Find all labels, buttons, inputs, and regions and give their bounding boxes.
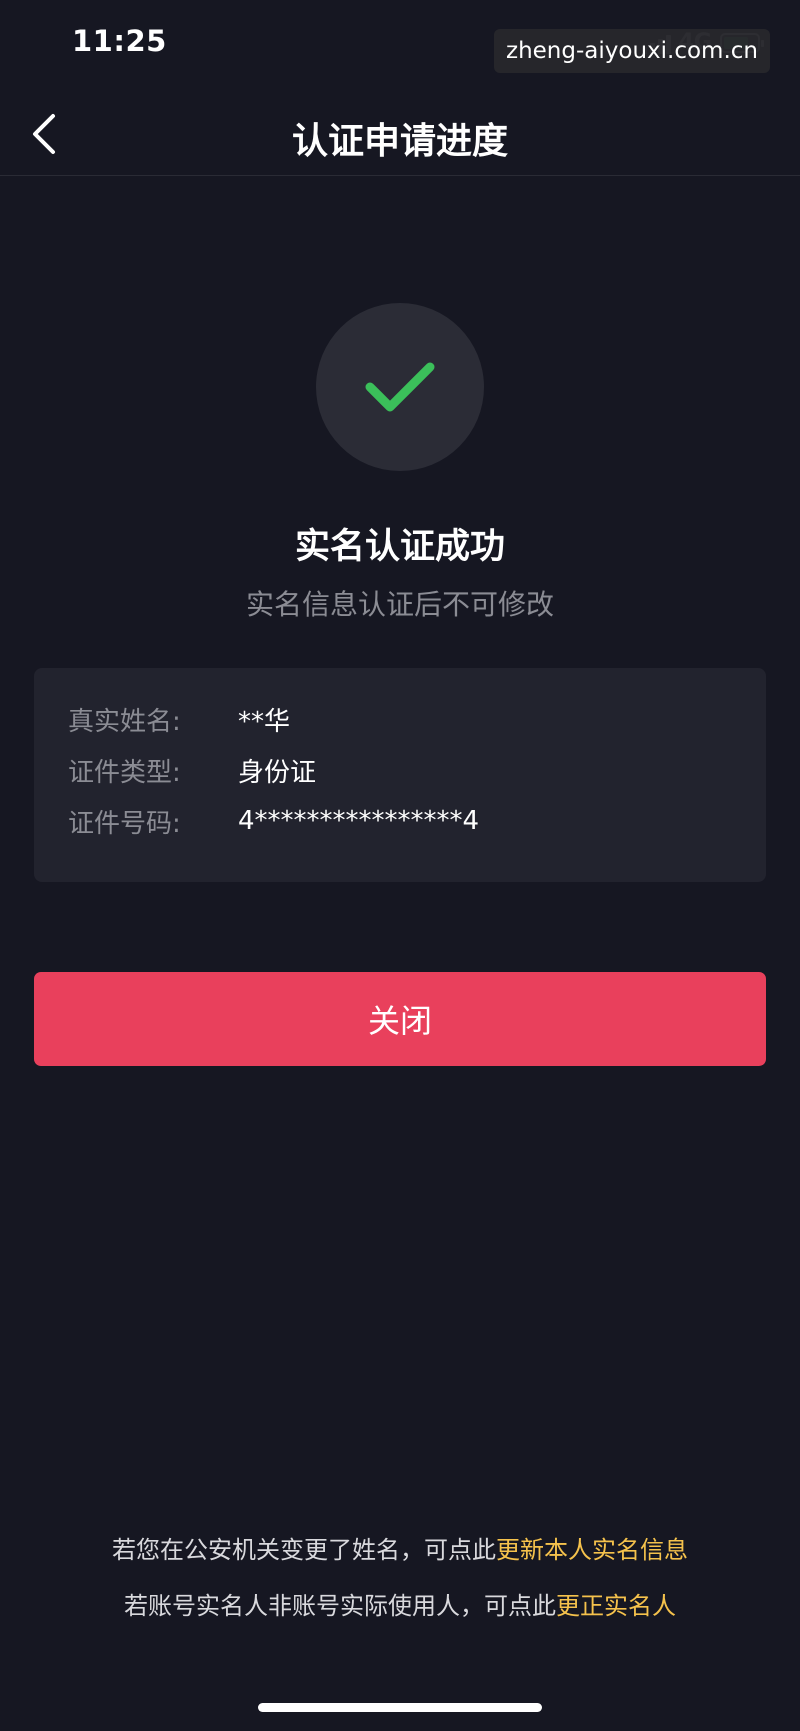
footer-text: 若账号实名人非账号实际使用人，可点此 <box>124 1592 556 1620</box>
close-button[interactable]: 关闭 <box>34 972 766 1066</box>
checkmark-icon <box>365 362 435 412</box>
info-row-name: 真实姓名: **华 <box>68 699 290 739</box>
footer-line-correct-owner: 若账号实名人非账号实际使用人，可点此更正实名人 <box>0 1586 800 1621</box>
home-indicator[interactable] <box>258 1703 542 1712</box>
result-title: 实名认证成功 <box>294 527 505 567</box>
info-value: 身份证 <box>238 757 317 788</box>
nav-bar: 认证申请进度 <box>0 90 800 176</box>
info-row-id-number: 证件号码: 4****************4 <box>68 801 479 841</box>
info-value: 4****************4 <box>238 806 480 836</box>
info-card: 真实姓名: **华 证件类型: 身份证 证件号码: 4*************… <box>34 668 766 882</box>
success-badge <box>316 303 484 471</box>
info-value: **华 <box>238 706 291 737</box>
info-row-id-type: 证件类型: 身份证 <box>68 750 316 790</box>
page-title: 认证申请进度 <box>291 121 508 162</box>
info-label: 证件号码: <box>68 808 181 839</box>
correct-owner-link[interactable]: 更正实名人 <box>556 1592 676 1620</box>
info-label: 真实姓名: <box>68 706 181 737</box>
footer-line-update-name: 若您在公安机关变更了姓名，可点此更新本人实名信息 <box>0 1530 800 1565</box>
footer-text: 若您在公安机关变更了姓名，可点此 <box>112 1536 496 1564</box>
watermark: zheng-aiyouxi.com.cn <box>494 29 770 73</box>
status-bar: 11:25 4G zheng-aiyouxi.com.cn <box>0 0 800 90</box>
result-subtitle: 实名信息认证后不可修改 <box>245 588 554 621</box>
info-label: 证件类型: <box>68 757 181 788</box>
update-name-link[interactable]: 更新本人实名信息 <box>496 1536 688 1564</box>
status-time: 11:25 <box>72 24 167 58</box>
